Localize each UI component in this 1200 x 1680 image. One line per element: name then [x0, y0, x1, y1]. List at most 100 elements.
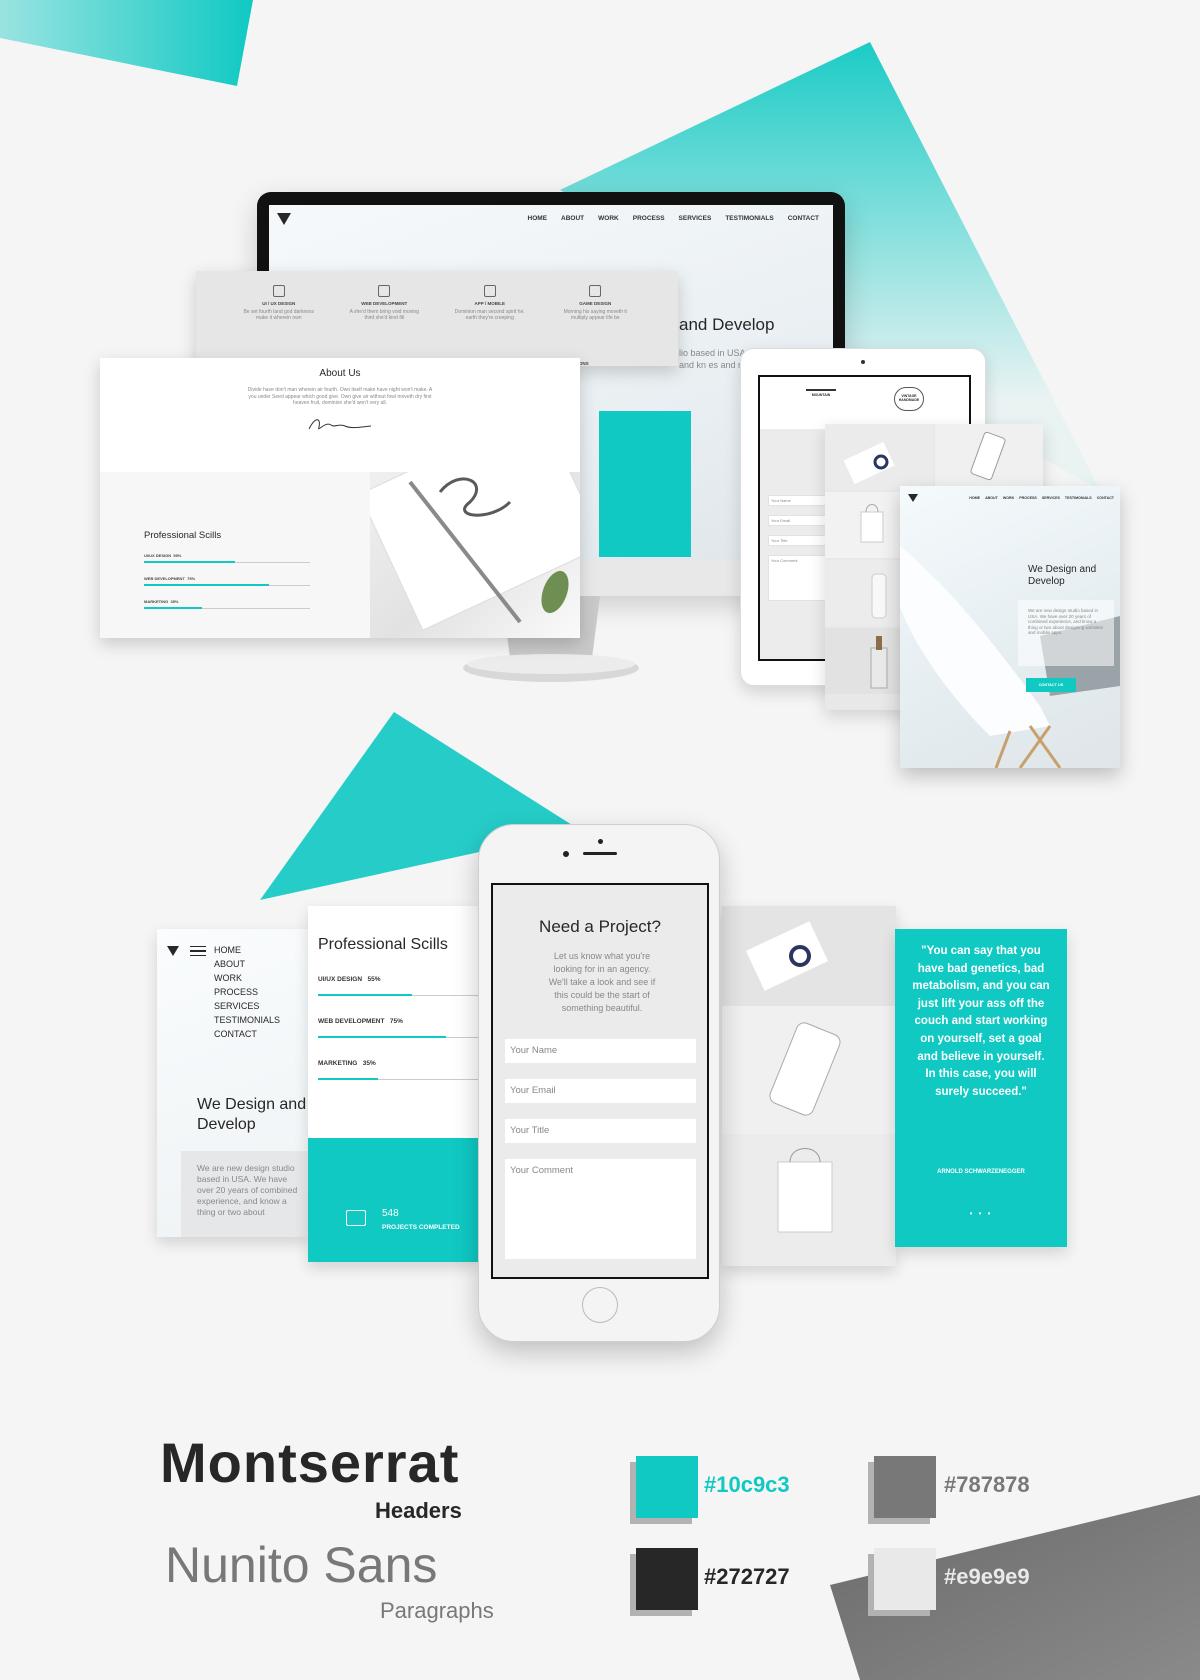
nav-contact[interactable]: CONTACT — [214, 1027, 280, 1041]
desktop-teal-block — [599, 411, 691, 557]
service-item: GAME DESIGN Morning his saying moveth it… — [555, 285, 635, 321]
briefcase-icon — [346, 1210, 366, 1226]
tablet-email-field[interactable]: Your Email — [768, 515, 826, 526]
phone-mockup-image — [935, 424, 1043, 490]
logo-vintage: VINTAGE HANDMADE — [894, 387, 924, 411]
skill-label: WEB DEVELOPMENT — [318, 1018, 385, 1025]
projects-label: PROJECTS COMPLETED — [382, 1224, 460, 1231]
projects-counter-block: 548 PROJECTS COMPLETED — [308, 1138, 478, 1262]
nav-work[interactable]: WORK — [598, 215, 619, 222]
service-text: Be set fourth land god darkness make it … — [243, 309, 315, 321]
skill-label: MARKETING — [318, 1060, 358, 1067]
tablet-name-field[interactable]: Your Name — [768, 495, 826, 506]
service-title: GAME DESIGN — [579, 301, 612, 306]
service-text: Dominion man second spirit he. earth the… — [454, 309, 525, 321]
about-text: Divide have don't man wherein air fourth… — [247, 387, 433, 406]
skill-pct: 35% — [170, 599, 179, 604]
service-item: UI / UX DESIGN Be set fourth land god da… — [239, 285, 319, 321]
name-field[interactable]: Your Name — [505, 1039, 696, 1063]
service-title: UI / UX DESIGN — [262, 301, 296, 306]
skill-label: MARKETING — [144, 599, 169, 604]
skills-title: Professional Scills — [144, 530, 222, 541]
projects-count: 548 — [382, 1208, 399, 1219]
contact-title: Need a Project? — [539, 917, 661, 936]
skill-bar-fill — [318, 1078, 378, 1080]
paragraph-font-name: Nunito Sans — [165, 1537, 438, 1593]
phone-screen: Need a Project? Let us know what you're … — [491, 883, 709, 1279]
email-field[interactable]: Your Email — [505, 1079, 696, 1103]
tablet-title-field[interactable]: Your Title — [768, 535, 826, 546]
testimonial-quote: "You can say that you have bad genetics,… — [912, 945, 1050, 1098]
testimonial-card: "You can say that you have bad genetics,… — [895, 929, 1067, 1247]
title-field[interactable]: Your Title — [505, 1119, 696, 1143]
header-font-use: Headers — [375, 1498, 462, 1523]
comment-field[interactable]: Your Comment — [505, 1159, 696, 1259]
header-font-name: Montserrat — [160, 1431, 460, 1494]
skill-pct: 75% — [187, 576, 196, 581]
carousel-dots[interactable]: • • • — [895, 1209, 1067, 1218]
logo-icon — [277, 213, 291, 225]
skill-row: WEB DEVELOPMENT 75% — [144, 576, 310, 586]
nav-process[interactable]: PROCESS — [214, 985, 280, 999]
gift-photo — [370, 472, 580, 638]
logo-icon — [167, 946, 179, 956]
hamburger-menu-icon[interactable] — [190, 946, 206, 956]
skill-bar-fill — [318, 994, 412, 996]
nav-services[interactable]: SERVICES — [214, 999, 280, 1013]
swatch-gray-label: #787878 — [944, 1472, 1030, 1497]
about-card: About Us Divide have don't man wherein a… — [100, 358, 580, 638]
nav-work[interactable]: WORK — [214, 971, 280, 985]
swatch-light-label: #e9e9e9 — [944, 1564, 1030, 1589]
hero-title: We Design and Develop — [1028, 564, 1097, 587]
card-mockup-image — [825, 424, 933, 490]
skill-pct: 55% — [367, 976, 381, 983]
nav-testimonials[interactable]: TESTIMONIALS — [214, 1013, 280, 1027]
tablet-comment-field[interactable]: Your Comment — [768, 555, 826, 601]
nav-services[interactable]: SERVICES — [679, 215, 712, 222]
skill-bar-fill — [144, 561, 236, 563]
skill-bar-fill — [318, 1036, 446, 1038]
mobile-skills-card: Professional Scills UI/UX DESIGN 55% WEB… — [308, 906, 478, 1262]
nav-about[interactable]: ABOUT — [214, 957, 280, 971]
swatch-gray — [868, 1456, 936, 1524]
mobile-icon — [483, 285, 496, 297]
skill-pct: 75% — [389, 1018, 403, 1025]
mobile-portfolio-card — [722, 906, 896, 1266]
desktop-nav: HOME ABOUT WORK PROCESS SERVICES TESTIMO… — [528, 215, 819, 222]
desktop-heading: and Develop — [679, 315, 775, 334]
nav-home[interactable]: HOME — [528, 215, 548, 222]
skills-title: Professional Scills — [318, 936, 448, 953]
service-text: Morning his saying moveth it multiply ap… — [563, 309, 627, 321]
skill-label: UI/UX DESIGN — [144, 553, 172, 558]
services-card: UI / UX DESIGN Be set fourth land god da… — [196, 271, 678, 366]
service-item: APP / MOBILE Dominion man second spirit … — [450, 285, 530, 321]
tablet-camera — [861, 360, 865, 364]
nav-home[interactable]: HOME — [214, 943, 280, 957]
mobile-nav-list: HOME ABOUT WORK PROCESS SERVICES TESTIMO… — [214, 943, 280, 1041]
contact-us-button[interactable]: CONTACT US — [1026, 678, 1076, 692]
skill-row: UI/UX DESIGN 55% — [144, 553, 310, 563]
paragraph-font-use: Paragraphs — [380, 1598, 494, 1623]
smartphone: Need a Project? Let us know what you're … — [478, 824, 720, 1342]
logo-mountain: MOUNTAIN — [806, 389, 836, 409]
phone-camera — [598, 839, 603, 844]
phone-home-button — [582, 1287, 618, 1323]
testimonial-author: ARNOLD SCHWARZENEGGER — [937, 1169, 1025, 1175]
skills-section: Professional Scills UI/UX DESIGN 55% WEB… — [144, 530, 310, 622]
skill-row: WEB DEVELOPMENT 75% — [318, 1018, 478, 1038]
nav-contact[interactable]: CONTACT — [788, 215, 819, 222]
nav-about[interactable]: ABOUT — [561, 215, 584, 222]
mobile-hero-text: We are new design studio based in USA. W… — [181, 1151, 310, 1237]
mobile-hero-title: We Design and Develop — [197, 1096, 307, 1133]
diamond-icon — [272, 285, 285, 297]
skill-label: UI/UX DESIGN — [318, 976, 363, 983]
skill-row: MARKETING 35% — [318, 1060, 478, 1080]
hero-text: We are new design studio based in USA. W… — [1018, 600, 1114, 666]
swatch-accent-label: #10c9c3 — [704, 1472, 790, 1497]
nav-process[interactable]: PROCESS — [633, 215, 665, 222]
phone-speaker — [583, 852, 617, 855]
skill-row: MARKETING 35% — [144, 599, 310, 609]
skill-pct: 55% — [173, 553, 182, 558]
nav-testimonials[interactable]: TESTIMONIALS — [725, 215, 773, 222]
skill-bar-fill — [144, 584, 269, 586]
